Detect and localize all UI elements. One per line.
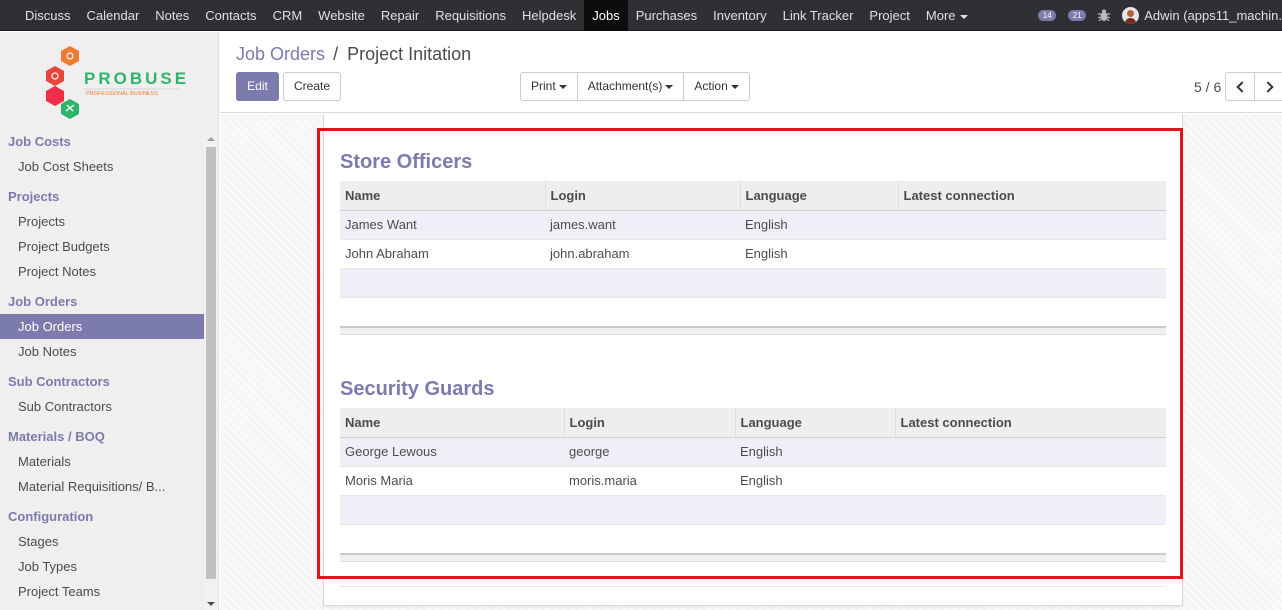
menu-item-more[interactable]: More: [918, 0, 976, 31]
sidebar-item-job-orders[interactable]: Job Orders: [0, 314, 204, 339]
scroll-thumb[interactable]: [206, 147, 216, 579]
top-navbar: Discuss Calendar Notes Contacts CRM Website Re…: [0, 0, 1282, 31]
user-name: Adwin (apps11_machin.: [1144, 8, 1282, 23]
menu-item-website[interactable]: Website: [310, 0, 373, 31]
breadcrumb: Job Orders / Project Initation: [236, 44, 471, 65]
pager-previous-button[interactable]: [1225, 72, 1255, 101]
scroll-down-arrow-icon[interactable]: [207, 602, 215, 606]
menu-item-crm[interactable]: CRM: [265, 0, 311, 31]
control-panel: Job Orders / Project Initation Edit Crea…: [220, 32, 1282, 113]
menu-item-jobs[interactable]: Jobs: [584, 0, 628, 31]
caret-down-icon: [665, 84, 674, 89]
menu-item-calendar[interactable]: Calendar: [79, 0, 148, 31]
logo-brand-text: PROBUSE: [84, 69, 189, 88]
menu-item-contacts[interactable]: Contacts: [197, 0, 264, 31]
create-button[interactable]: Create: [283, 72, 341, 101]
menu-item-purchases[interactable]: Purchases: [628, 0, 705, 31]
sidebar-section-job-orders[interactable]: Job Orders: [0, 290, 204, 314]
sidebar-item-project-teams[interactable]: Project Teams: [0, 579, 204, 604]
sidebar: PROBUSE PROFESSIONAL BUSINESS Job Costs J…: [0, 32, 219, 610]
breadcrumb-separator: /: [333, 44, 339, 64]
sidebar-scrollbar[interactable]: [204, 132, 218, 610]
messages-button[interactable]: 21: [1062, 0, 1092, 31]
caret-down-icon: [558, 84, 567, 89]
sidebar-section-projects[interactable]: Projects: [0, 185, 204, 209]
edit-button[interactable]: Edit: [236, 72, 279, 101]
menu-item-requisitions[interactable]: Requisitions: [427, 0, 514, 31]
menu-item-project[interactable]: Project: [861, 0, 917, 31]
pager-next-button[interactable]: [1254, 72, 1282, 101]
sidebar-item-job-notes[interactable]: Job Notes: [0, 339, 204, 364]
pager-value[interactable]: 5 / 6: [1194, 79, 1221, 95]
company-logo: PROBUSE PROFESSIONAL BUSINESS: [40, 44, 190, 122]
menu-item-repair[interactable]: Repair: [373, 0, 427, 31]
avatar: [1122, 7, 1140, 24]
sidebar-item-sub-contractors[interactable]: Sub Contractors: [0, 394, 204, 419]
attachments-dropdown-button[interactable]: Attachment(s): [576, 72, 685, 101]
caret-down-icon: [959, 14, 968, 19]
systray: 14 21 Adwin (apps11_machin.: [1032, 0, 1282, 31]
sidebar-section-configuration[interactable]: Configuration: [0, 505, 204, 529]
more-label: More: [925, 8, 956, 23]
sidebar-actions: Print Attachment(s) Action: [520, 72, 750, 101]
print-label: Print: [531, 79, 556, 93]
sidebar-item-stages[interactable]: Stages: [0, 529, 204, 554]
sidebar-item-job-cost-sheets[interactable]: Job Cost Sheets: [0, 154, 204, 179]
sidebar-section-materials-boq[interactable]: Materials / BOQ: [0, 425, 204, 449]
menu-item-discuss[interactable]: Discuss: [17, 0, 79, 31]
bug-icon[interactable]: [1092, 0, 1116, 31]
user-menu[interactable]: Adwin (apps11_machin.: [1116, 0, 1282, 31]
sidebar-item-project-budgets[interactable]: Project Budgets: [0, 234, 204, 259]
action-label: Action: [694, 79, 728, 93]
sidebar-item-project-notes[interactable]: Project Notes: [0, 259, 204, 284]
message-count-badge: 21: [1068, 10, 1087, 21]
sidebar-section-job-costs[interactable]: Job Costs: [0, 130, 204, 154]
app-menu: Discuss Calendar Notes Contacts CRM Website Re…: [17, 0, 976, 31]
logo-tagline-text: PROFESSIONAL BUSINESS: [86, 91, 158, 97]
menu-item-link-tracker[interactable]: Link Tracker: [775, 0, 862, 31]
activity-button[interactable]: 14: [1032, 0, 1062, 31]
scroll-up-arrow-icon[interactable]: [207, 137, 215, 141]
menu-item-helpdesk[interactable]: Helpdesk: [514, 0, 584, 31]
caret-down-icon: [730, 84, 739, 89]
menu-item-inventory[interactable]: Inventory: [705, 0, 774, 31]
breadcrumb-parent-link[interactable]: Job Orders: [236, 44, 325, 64]
action-dropdown-button[interactable]: Action: [683, 72, 750, 101]
sidebar-nav: Job Costs Job Cost Sheets Projects Projects…: [0, 130, 204, 610]
menu-item-notes[interactable]: Notes: [147, 0, 197, 31]
chevron-left-icon: [1235, 80, 1248, 93]
sheet-divider: [340, 586, 1166, 587]
sidebar-item-cost-sheet-tags[interactable]: Cost Sheet Tags: [0, 604, 204, 610]
breadcrumb-current: Project Initation: [347, 44, 472, 64]
print-dropdown-button[interactable]: Print: [520, 72, 578, 101]
sidebar-item-material-requisitions-b[interactable]: Material Requisitions/ B...: [0, 474, 204, 499]
sidebar-section-sub-contractors[interactable]: Sub Contractors: [0, 370, 204, 394]
highlight-box: [317, 128, 1183, 579]
chevron-right-icon: [1261, 80, 1274, 93]
sidebar-item-job-types[interactable]: Job Types: [0, 554, 204, 579]
attachments-label: Attachment(s): [587, 79, 663, 93]
sidebar-item-projects[interactable]: Projects: [0, 209, 204, 234]
sidebar-item-materials[interactable]: Materials: [0, 449, 204, 474]
activity-count-badge: 14: [1038, 10, 1057, 21]
